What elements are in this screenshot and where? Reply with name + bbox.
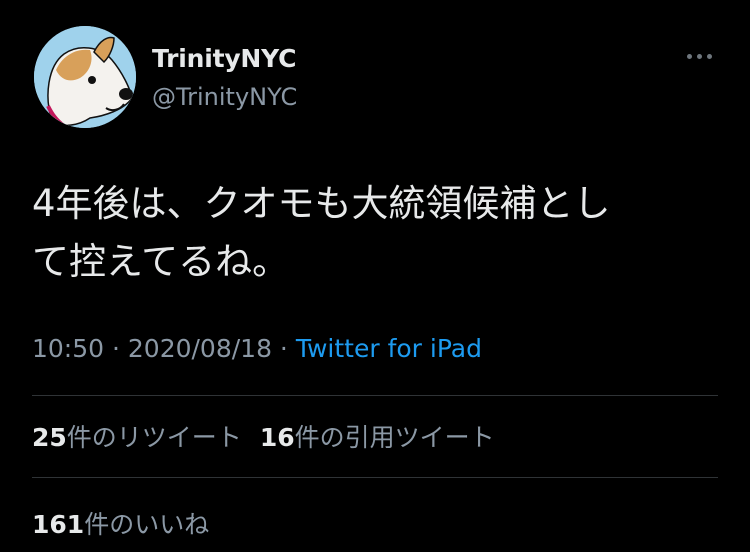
retweets-stat[interactable]: 25件のリツイート [32, 423, 242, 452]
more-options-icon[interactable] [684, 46, 716, 66]
meta-separator: · [271, 334, 296, 363]
more-dot [707, 54, 712, 59]
divider [32, 477, 718, 478]
retweets-label: 件のリツイート [66, 423, 242, 452]
tweet-meta: 10:50 · 2020/08/18 · Twitter for iPad [32, 334, 482, 363]
dog-avatar-icon [34, 26, 136, 128]
likes-label: 件のいいね [84, 510, 210, 539]
likes-count: 161 [32, 510, 85, 539]
tweet-stats: 25件のリツイート 16件の引用ツイート [32, 418, 495, 454]
quotes-count: 16 [259, 423, 295, 452]
author-handle[interactable]: @TrinityNYC [152, 83, 297, 111]
tweet-date[interactable]: 2020/08/18 [128, 334, 272, 363]
tweet-source-link[interactable]: Twitter for iPad [296, 334, 482, 363]
quotes-label: 件の引用ツイート [294, 423, 495, 452]
meta-separator: · [104, 334, 128, 363]
tweet-text: 4年後は、クオモも大統領候補とし て控えてるね。 [32, 182, 611, 283]
more-dot [687, 54, 692, 59]
quotes-stat[interactable]: 16件の引用ツイート [260, 423, 495, 452]
likes-stat[interactable]: 161件のいいね [32, 505, 209, 541]
more-dot [697, 54, 702, 59]
author-avatar[interactable] [34, 26, 136, 128]
retweets-count: 25 [32, 423, 67, 452]
tweet-time[interactable]: 10:50 [32, 334, 104, 363]
author-display-name[interactable]: TrinityNYC [152, 44, 297, 73]
divider [32, 395, 718, 396]
